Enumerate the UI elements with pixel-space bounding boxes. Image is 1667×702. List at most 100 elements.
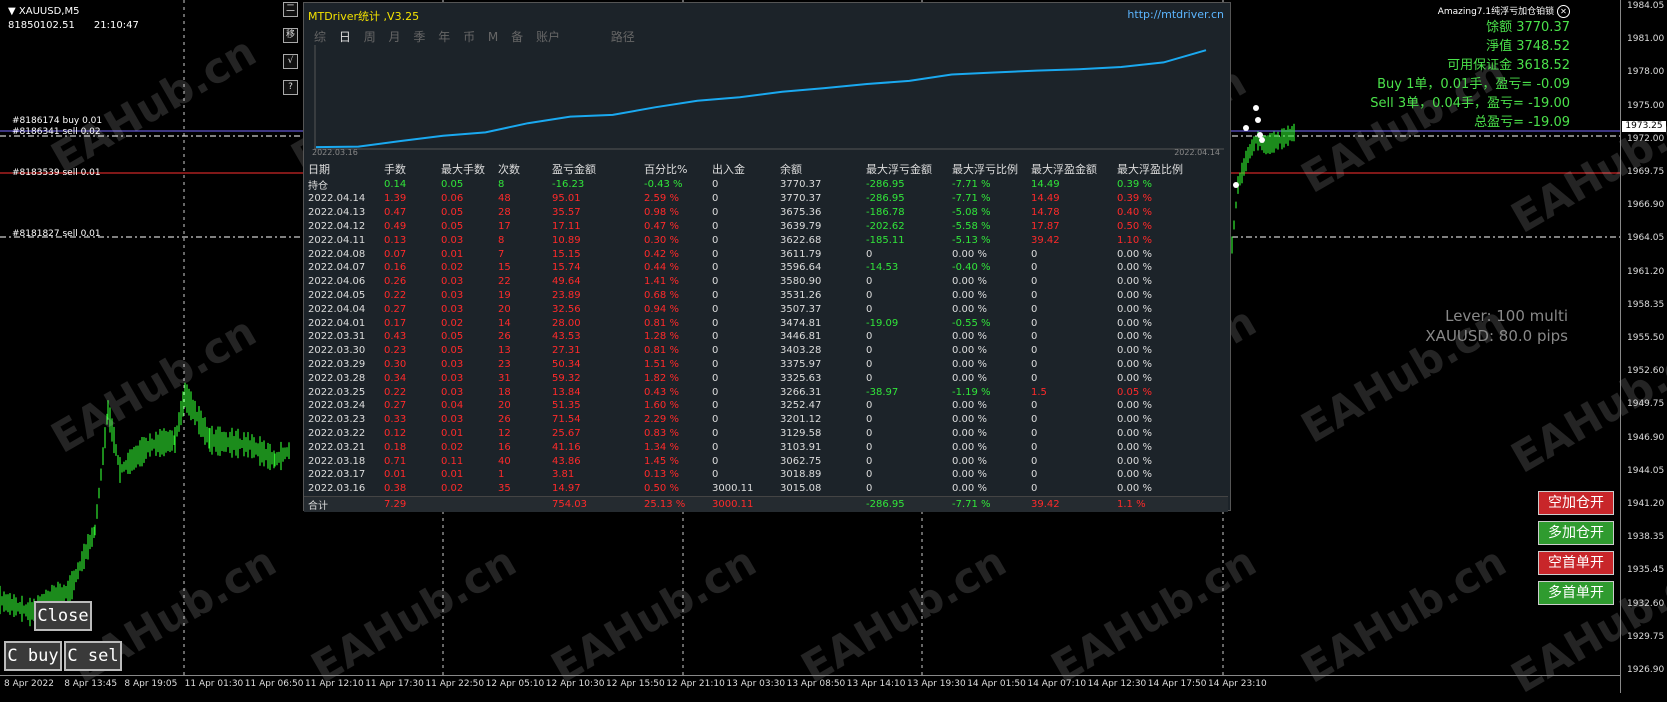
long-first-button[interactable]: 多首单开: [1538, 581, 1614, 605]
tab-year[interactable]: 年: [438, 28, 450, 45]
tab-m[interactable]: M: [488, 30, 498, 44]
cell-max-float-loss-ratio: -5.08 %: [952, 207, 991, 219]
cell-lots: 0.22: [384, 386, 407, 398]
minimize-icon[interactable]: 二: [283, 2, 298, 17]
table-row: 2022.04.07 0.16 0.02 15 15.74 0.44 % 0 3596.64 -…: [304, 261, 1228, 275]
table-row: 2022.04.04 0.27 0.03 20 32.56 0.94 % 0 3507.37 0…: [304, 302, 1228, 316]
order-level-label[interactable]: #8181827 sell 0.01: [12, 229, 101, 239]
order-level-label[interactable]: #8186174 buy 0.01: [12, 116, 102, 126]
cell-deposit: 0: [712, 220, 719, 232]
cell-max-float-profit-ratio: 0.00 %: [1117, 441, 1152, 453]
cell-date: 2022.04.04: [308, 303, 366, 315]
cell-balance: 3770.37: [780, 193, 822, 205]
cell-max-float-profit: 17.87: [1031, 220, 1060, 232]
tab-account[interactable]: 账户: [536, 28, 560, 45]
total-lots: 7.29: [380, 495, 437, 512]
help-icon[interactable]: ?: [283, 80, 298, 95]
cell-max-float-loss: -286.95: [866, 193, 905, 205]
buy-summary-line: Buy 1单，0.01手，盈亏= -0.09: [1377, 77, 1570, 92]
tab-summary[interactable]: 综: [314, 28, 326, 45]
move-icon[interactable]: 移: [283, 28, 298, 43]
cell-max-float-loss-ratio: 0.00 %: [952, 248, 987, 260]
cell-max-float-profit: 1.5: [1031, 386, 1047, 398]
cell-max-float-profit: 0: [1031, 372, 1038, 384]
cell-max-lots: 0.02: [441, 262, 464, 274]
cell-count: 8: [498, 179, 505, 190]
time-tick-label: 8 Apr 2022: [4, 679, 54, 689]
cell-lots: 0.12: [384, 427, 407, 439]
long-add-button[interactable]: 多加仓开: [1538, 521, 1614, 545]
tab-notes[interactable]: 备: [511, 28, 523, 45]
cell-max-lots: 0.03: [441, 303, 464, 315]
cell-deposit: 0: [712, 276, 719, 288]
cell-max-lots: 0.11: [441, 455, 464, 467]
cell-deposit: 0: [712, 455, 719, 467]
cell-max-float-profit-ratio: 0.00 %: [1117, 455, 1152, 467]
total-date: 合计: [304, 495, 380, 512]
cell-max-lots: 0.03: [441, 372, 464, 384]
order-level-label[interactable]: #8186341 sell 0.02: [12, 127, 101, 137]
cell-lots: 0.33: [384, 414, 407, 426]
cell-max-float-profit-ratio: 0.00 %: [1117, 289, 1152, 301]
price-tick-label: 1955.50: [1627, 333, 1665, 343]
cell-max-float-profit: 14.49: [1031, 179, 1060, 190]
cell-percent: 1.45 %: [644, 455, 679, 467]
close-icon[interactable]: ✕: [1557, 5, 1570, 18]
cell-pnl: 25.67: [552, 427, 581, 439]
cell-date: 2022.03.17: [308, 469, 366, 481]
cell-max-float-loss-ratio: -7.71 %: [952, 179, 991, 190]
short-add-button[interactable]: 空加仓开: [1538, 491, 1614, 515]
cell-max-float-profit-ratio: 0.00 %: [1117, 248, 1152, 260]
cell-lots: 0.07: [384, 248, 407, 260]
cell-deposit: 0: [712, 469, 719, 481]
total-max-float-profit: 39.42: [1027, 495, 1113, 512]
cell-max-float-profit: 39.42: [1031, 234, 1060, 246]
cell-max-float-profit-ratio: 0.00 %: [1117, 414, 1152, 426]
total-deposit: 3000.11: [708, 495, 776, 512]
cell-max-float-loss-ratio: -0.55 %: [952, 317, 991, 329]
price-chart[interactable]: ▼ XAUUSD,M5 81850102.51 21:10:47 #818617…: [0, 0, 1667, 702]
close-sell-button[interactable]: C sel: [64, 641, 122, 671]
cell-count: 1: [498, 469, 505, 481]
price-tick-label: 1944.05: [1627, 465, 1665, 476]
cell-balance: 3062.75: [780, 455, 822, 467]
tab-day[interactable]: 日: [339, 28, 351, 45]
panel-title: MTDriver统计 ,V3.25: [308, 10, 420, 23]
cell-max-float-profit: 0: [1031, 427, 1038, 439]
cell-balance: 3675.36: [780, 207, 822, 219]
cell-percent: 2.59 %: [644, 193, 679, 205]
menu-triangle-icon[interactable]: ▼: [8, 6, 16, 17]
check-icon[interactable]: √: [283, 54, 298, 69]
cell-deposit: 0: [712, 358, 719, 370]
cell-max-float-loss: -19.09: [866, 317, 899, 329]
cell-balance: 3611.79: [780, 248, 822, 260]
close-all-button[interactable]: Close: [34, 601, 92, 631]
cell-max-float-loss: 0: [866, 414, 873, 426]
tab-quarter[interactable]: 季: [413, 28, 425, 45]
total-pnl: 754.03: [548, 495, 640, 512]
cell-max-float-profit-ratio: 0.00 %: [1117, 345, 1152, 357]
tab-currency[interactable]: 币: [463, 28, 475, 45]
time-tick-label: 8 Apr 19:05: [124, 679, 178, 689]
cell-count: 12: [498, 427, 511, 439]
tab-month[interactable]: 月: [389, 28, 401, 45]
tab-week[interactable]: 周: [364, 28, 376, 45]
cell-max-lots: 0.02: [441, 483, 464, 495]
cell-deposit: 0: [712, 372, 719, 384]
panel-link[interactable]: http://mtdriver.cn: [1127, 8, 1224, 21]
order-level-label[interactable]: #8183539 sell 0.01: [12, 168, 101, 178]
cell-date: 2022.03.22: [308, 427, 366, 439]
time-tick-label: 13 Apr 19:30: [907, 679, 966, 689]
short-first-button[interactable]: 空首单开: [1538, 551, 1614, 575]
cell-max-lots: 0.02: [441, 441, 464, 453]
price-tick-label: 1926.90: [1627, 665, 1665, 675]
cell-max-lots: 0.03: [441, 234, 464, 246]
cell-max-lots: 0.01: [441, 248, 464, 260]
cell-percent: 1.28 %: [644, 331, 679, 343]
cell-max-float-loss-ratio: 0.00 %: [952, 303, 987, 315]
price-tick-label: 1952.60: [1627, 366, 1665, 377]
close-buy-button[interactable]: C buy: [4, 641, 62, 671]
tab-path[interactable]: 路径: [611, 28, 635, 45]
symbol-label: ▼ XAUUSD,M5: [8, 6, 80, 17]
table-row: 2022.03.18 0.71 0.11 40 43.86 1.45 % 0 3062.75 0…: [304, 454, 1228, 468]
